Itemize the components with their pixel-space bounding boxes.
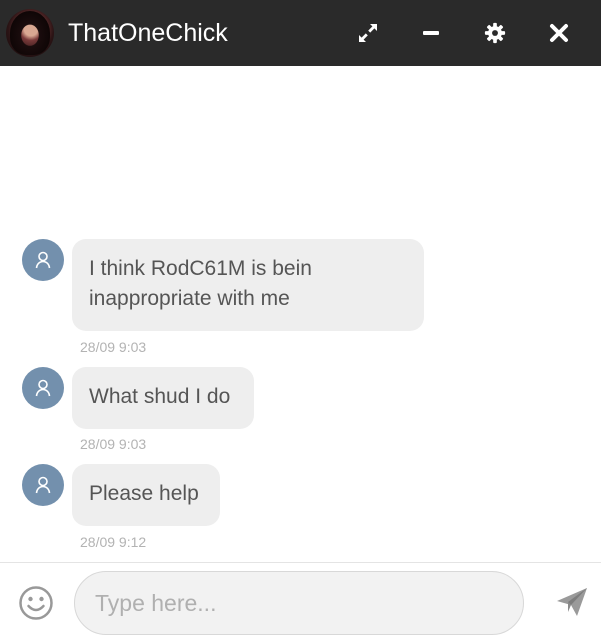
send-icon bbox=[557, 588, 587, 616]
send-button[interactable] bbox=[555, 585, 589, 619]
smiley-icon bbox=[19, 586, 53, 620]
message-line: What shud I do bbox=[89, 385, 231, 408]
message-composer bbox=[0, 563, 601, 640]
settings-button[interactable] bbox=[480, 18, 510, 48]
close-button[interactable] bbox=[544, 18, 574, 48]
sender-avatar bbox=[22, 464, 64, 506]
message-line: I think RodC61M is bein bbox=[89, 257, 312, 280]
message-input[interactable] bbox=[74, 571, 524, 635]
emoji-button[interactable] bbox=[18, 585, 54, 621]
message-timestamp: 28/09 9:03 bbox=[80, 436, 147, 452]
contact-name: ThatOneChick bbox=[68, 19, 228, 47]
user-icon bbox=[35, 476, 51, 494]
gear-icon bbox=[484, 22, 506, 44]
expand-button[interactable] bbox=[353, 18, 383, 48]
sender-avatar bbox=[22, 367, 64, 409]
close-icon bbox=[550, 24, 568, 42]
user-icon bbox=[35, 379, 51, 397]
message-line: inappropriate with me bbox=[89, 287, 290, 310]
message-timestamp: 28/09 9:03 bbox=[80, 339, 147, 355]
chat-header: ThatOneChick bbox=[0, 0, 601, 66]
minimize-icon bbox=[423, 31, 439, 35]
expand-icon bbox=[359, 24, 377, 42]
sender-avatar bbox=[22, 239, 64, 281]
message-timestamp: 28/09 9:12 bbox=[80, 534, 147, 550]
message-bubble: I think RodC61M is bein inappropriate wi… bbox=[72, 239, 424, 331]
contact-avatar[interactable] bbox=[6, 9, 54, 57]
message-bubble: Please help bbox=[72, 464, 220, 526]
user-icon bbox=[35, 251, 51, 269]
minimize-button[interactable] bbox=[416, 18, 446, 48]
message-bubble: What shud I do bbox=[72, 367, 254, 429]
message-list[interactable]: I think RodC61M is bein inappropriate wi… bbox=[0, 66, 601, 562]
message-line: Please help bbox=[89, 482, 199, 505]
